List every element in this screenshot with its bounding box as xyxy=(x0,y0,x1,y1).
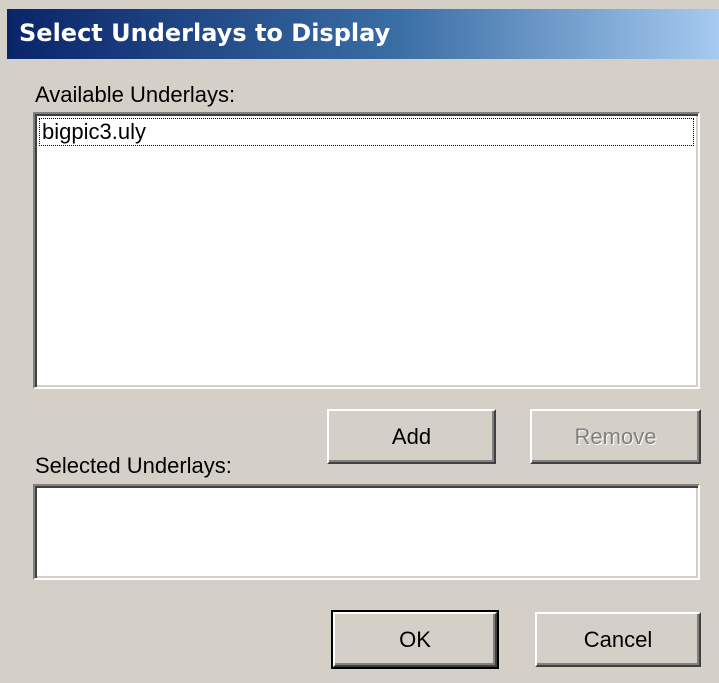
available-underlays-label: Available Underlays: xyxy=(35,82,236,107)
cancel-button[interactable]: Cancel xyxy=(535,612,701,667)
list-item-bigpic3[interactable]: bigpic3.uly xyxy=(39,118,694,146)
add-button[interactable]: Add xyxy=(327,409,496,464)
available-underlays-list[interactable]: bigpic3.uly xyxy=(33,112,700,389)
select-underlays-dialog: Select Underlays to Display Available Un… xyxy=(0,0,719,683)
remove-button[interactable]: Remove xyxy=(530,409,701,464)
dialog-title: Select Underlays to Display xyxy=(19,19,391,47)
selected-underlays-list[interactable] xyxy=(33,484,700,580)
selected-underlays-label: Selected Underlays: xyxy=(35,453,232,478)
ok-button[interactable]: OK xyxy=(331,610,499,669)
title-bar[interactable]: Select Underlays to Display xyxy=(7,9,719,59)
